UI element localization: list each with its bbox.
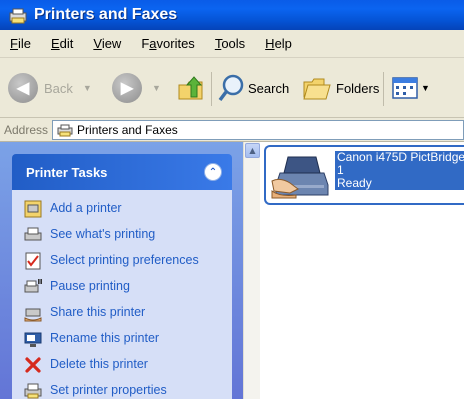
menu-file[interactable]: File: [10, 36, 31, 51]
toolbar: ◀ Back ▼ ▶ ▼ Search Folders ▼: [0, 58, 464, 118]
task-label: Share this printer: [50, 305, 146, 319]
back-button[interactable]: ◀ Back ▼: [8, 66, 92, 110]
printer-item[interactable]: Canon i475D PictBridge 1 Ready: [264, 145, 464, 205]
window-title: Printers and Faxes: [34, 6, 178, 23]
forward-arrow-icon: ▶: [112, 73, 142, 103]
task-label: Delete this printer: [50, 357, 148, 371]
menu-favorites[interactable]: Favorites: [141, 36, 194, 51]
collapse-chevron-icon[interactable]: ⌃: [204, 163, 222, 181]
task-share-printer[interactable]: Share this printer: [12, 300, 232, 326]
task-pane: Printer Tasks ⌃ Add a printer See what's…: [0, 142, 243, 399]
task-label: See what's printing: [50, 227, 156, 241]
task-add-printer[interactable]: Add a printer: [12, 196, 232, 222]
task-label: Add a printer: [50, 201, 122, 215]
back-arrow-icon: ◀: [8, 73, 38, 103]
printer-tasks-panel: Printer Tasks ⌃ Add a printer See what's…: [12, 154, 232, 399]
add-printer-icon: [24, 200, 42, 218]
scroll-up-arrow-icon[interactable]: ▲: [245, 143, 260, 158]
task-label: Pause printing: [50, 279, 130, 293]
search-button[interactable]: Search: [218, 66, 289, 110]
pause-printing-icon: [24, 279, 42, 293]
forward-dropdown-icon[interactable]: ▼: [152, 83, 161, 93]
share-printer-icon: [24, 308, 42, 322]
rename-printer-icon: [24, 332, 42, 347]
back-label: Back: [44, 80, 73, 96]
vertical-scrollbar[interactable]: ▲: [243, 142, 260, 399]
address-label: Address: [4, 122, 49, 137]
views-dropdown-icon[interactable]: ▼: [421, 83, 430, 93]
task-label: Set printer properties: [50, 383, 167, 397]
views-button[interactable]: ▼: [392, 66, 430, 110]
printer-tasks-header[interactable]: Printer Tasks ⌃: [12, 154, 232, 190]
task-see-printing[interactable]: See what's printing: [12, 222, 232, 248]
menu-help[interactable]: Help: [265, 36, 292, 51]
forward-button[interactable]: ▶ ▼: [112, 66, 161, 110]
printers-folder-small-icon: [57, 124, 73, 136]
views-icon: [392, 77, 418, 99]
folders-label: Folders: [336, 80, 380, 96]
delete-x-icon: [25, 357, 41, 373]
search-label: Search: [248, 80, 290, 96]
task-delete-printer[interactable]: Delete this printer: [12, 352, 232, 378]
task-label: Rename this printer: [50, 331, 160, 345]
see-printing-icon: [24, 227, 42, 241]
address-value: Printers and Faxes: [77, 122, 178, 137]
folders-icon: [303, 78, 331, 100]
printer-details: Canon i475D PictBridge 1 Ready: [335, 151, 464, 190]
up-folder-button[interactable]: [176, 66, 206, 110]
printer-icon: [271, 156, 329, 199]
printer-status: Ready: [337, 176, 372, 190]
address-bar: Address Printers and Faxes: [0, 118, 464, 142]
printers-folder-icon: [9, 8, 27, 24]
printer-tasks-body: Add a printer See what's printing Select…: [12, 190, 232, 399]
task-select-preferences[interactable]: Select printing preferences: [12, 248, 232, 274]
menu-bar: File Edit View Favorites Tools Help: [0, 30, 464, 58]
address-field[interactable]: Printers and Faxes: [52, 119, 464, 140]
search-icon: [218, 74, 244, 102]
task-rename-printer[interactable]: Rename this printer: [12, 326, 232, 352]
task-pause-printing[interactable]: Pause printing: [12, 274, 232, 300]
content-area: ▲ Canon i475D PictBridge 1 Ready: [243, 142, 464, 399]
preferences-icon: [25, 252, 41, 270]
menu-tools[interactable]: Tools: [215, 36, 245, 51]
printer-tasks-title: Printer Tasks: [26, 164, 108, 180]
title-bar: Printers and Faxes: [0, 0, 464, 30]
task-label: Select printing preferences: [50, 253, 199, 267]
menu-edit[interactable]: Edit: [51, 36, 73, 51]
menu-view[interactable]: View: [93, 36, 121, 51]
folders-button[interactable]: Folders: [302, 66, 379, 110]
up-folder-icon: [178, 76, 203, 100]
printer-name: Canon i475D PictBridge: [337, 150, 464, 164]
back-dropdown-icon[interactable]: ▼: [83, 83, 92, 93]
printer-properties-icon: [24, 383, 42, 399]
task-printer-properties[interactable]: Set printer properties: [12, 378, 232, 399]
